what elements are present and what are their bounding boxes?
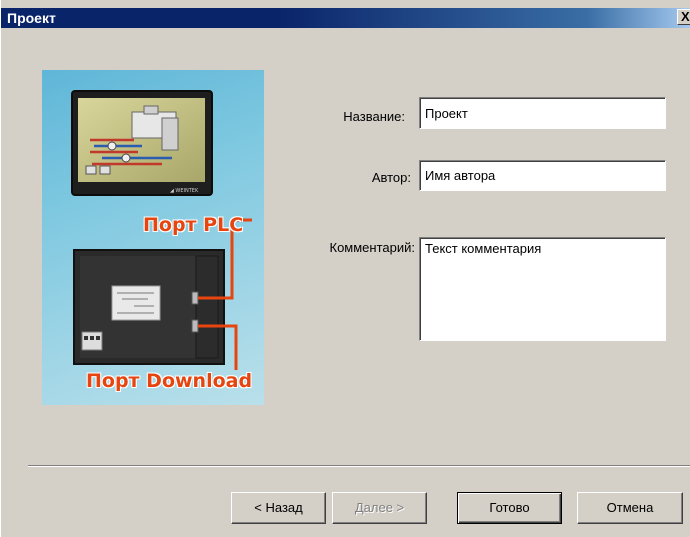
back-button[interactable]: < Назад	[231, 492, 326, 524]
next-button[interactable]: Далее >	[332, 492, 427, 524]
project-dialog: Проект X ◢ WEINTEK Порт PLC Порт Downloa…	[0, 0, 690, 537]
comment-label: Комментарий:	[329, 240, 416, 255]
name-input[interactable]	[419, 97, 666, 129]
window-title: Проект	[7, 10, 56, 26]
svg-text:◢ WEINTEK: ◢ WEINTEK	[170, 188, 199, 194]
cancel-button[interactable]: Отмена	[577, 492, 683, 524]
author-label: Автор:	[371, 170, 411, 185]
hmi-illustration: ◢ WEINTEK Порт PLC Порт Download	[42, 70, 264, 405]
author-input[interactable]	[419, 160, 666, 191]
title-bar[interactable]: Проект X	[1, 0, 690, 28]
hmi-device-graphic: ◢ WEINTEK	[71, 90, 252, 370]
footer-separator	[28, 465, 690, 467]
close-button[interactable]: X	[677, 9, 690, 25]
port-plc-label: Порт PLC	[143, 214, 244, 236]
close-icon: X	[681, 9, 690, 24]
comment-textarea[interactable]: Текст комментария	[419, 237, 666, 341]
name-label: Название:	[343, 109, 405, 124]
finish-button[interactable]: Готово	[457, 492, 562, 524]
port-download-label: Порт Download	[86, 370, 253, 392]
